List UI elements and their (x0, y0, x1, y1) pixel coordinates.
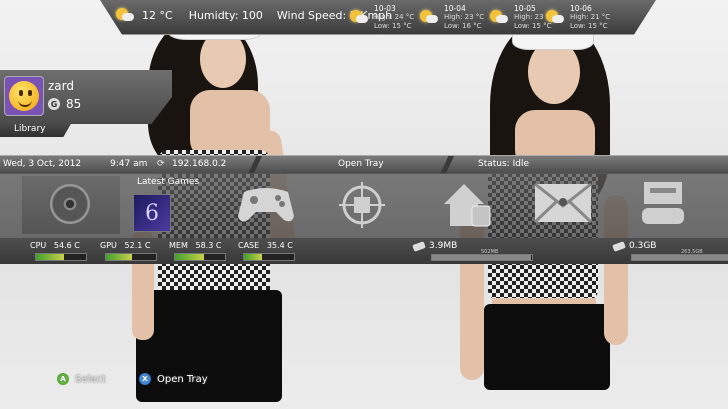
disc-icon (50, 184, 90, 224)
forecast-high: High: 23 °C (444, 13, 485, 21)
divider (440, 156, 454, 174)
drive-free: 0.3GB (629, 241, 657, 251)
current-temperature: 12 °C (142, 8, 173, 22)
forecast-day: 10-04 High: 23 °C Low: 16 °C (420, 4, 485, 31)
gamertag: zard (48, 79, 74, 93)
forecast-date: 10-03 (374, 4, 396, 13)
status-strip: Wed, 3 Oct, 2012 9:47 am ⟳ 192.168.0.2 O… (0, 155, 728, 174)
select-hint-label: Select (75, 373, 106, 385)
system-status: Status: Idle (478, 159, 529, 169)
usb-drive-icon (612, 240, 626, 252)
drive-hdd2: 0.3GB 263.5GB (612, 240, 728, 261)
library-tab[interactable]: Library (0, 122, 72, 137)
forecast-low: Low: 15 °C (374, 22, 412, 30)
latest-games-label: Latest Games (137, 177, 200, 187)
open-tray-hint[interactable]: X Open Tray (139, 373, 208, 385)
controller-icon[interactable] (236, 182, 296, 226)
cpu-meter: CPU 54.6 C (30, 241, 87, 261)
partly-cloudy-icon (420, 10, 438, 24)
console-icon[interactable] (640, 180, 686, 228)
ip-address: 192.168.0.2 (172, 159, 227, 169)
drive-hdd1: 3.9MB 502MB (412, 240, 533, 261)
select-hint[interactable]: A Select (57, 373, 106, 385)
divider (248, 156, 262, 174)
forecast-day: 10-06 High: 21 °C Low: 15 °C (546, 4, 611, 31)
meter-value: 58.3 C (195, 241, 222, 250)
weather-bar: 12 °C Humidty: 100 Wind Speed: 2 Kmph 10… (100, 0, 656, 35)
gamerscore: G 85 (48, 97, 81, 111)
avatar[interactable] (4, 76, 44, 116)
meter-label: CPU (30, 241, 47, 250)
case-meter: CASE 35.4 C (238, 241, 295, 261)
forecast-day: 10-03 High: 24 °C Low: 15 °C (350, 4, 415, 31)
forecast-date: 10-04 (444, 4, 466, 13)
gamerscore-icon: G (48, 98, 60, 110)
crosshair-icon[interactable] (339, 182, 385, 228)
open-tray-hint-label: Open Tray (157, 373, 208, 385)
humidity: Humidty: 100 (188, 8, 263, 22)
game-cover[interactable]: 6 (133, 194, 171, 232)
home-icon[interactable] (442, 180, 494, 230)
disc-tile[interactable] (22, 176, 120, 234)
forecast-low: Low: 15 °C (570, 22, 608, 30)
drive-free: 3.9MB (429, 241, 458, 251)
meter-label: MEM (169, 241, 188, 250)
partly-cloudy-icon (350, 10, 368, 24)
forecast-high: High: 24 °C (374, 13, 415, 21)
mem-meter: MEM 58.3 C (169, 241, 226, 261)
partly-cloudy-icon (490, 10, 508, 24)
a-button-icon: A (57, 373, 69, 385)
time: 9:47 am (110, 159, 148, 169)
forecast-high: High: 21 °C (570, 13, 611, 21)
gpu-meter: GPU 52.1 C (100, 241, 157, 261)
network-icon: ⟳ (157, 159, 165, 169)
usb-drive-icon (412, 240, 426, 252)
meter-value: 35.4 C (266, 241, 293, 250)
date: Wed, 3 Oct, 2012 (3, 159, 82, 169)
partly-cloudy-icon (116, 8, 134, 22)
forecast-date: 10-06 (570, 4, 592, 13)
x-button-icon: X (139, 373, 151, 385)
meter-label: CASE (238, 241, 260, 250)
meter-label: GPU (100, 241, 117, 250)
meter-value: 54.6 C (53, 241, 80, 250)
partly-cloudy-icon (546, 10, 564, 24)
meter-value: 52.1 C (124, 241, 151, 250)
gamerscore-value: 85 (66, 97, 82, 111)
envelope-icon[interactable] (534, 180, 592, 226)
forecast-low: Low: 16 °C (444, 22, 482, 30)
tray-status: Open Tray (338, 159, 384, 169)
